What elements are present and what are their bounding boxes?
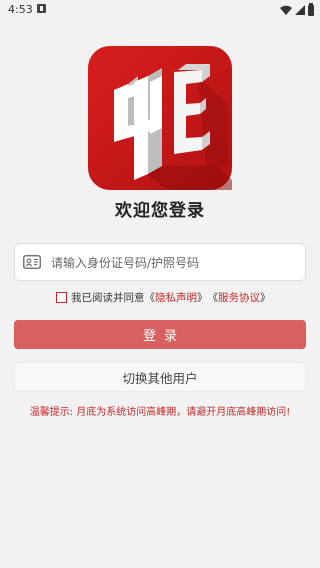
service-agreement-link[interactable]: 服务协议 <box>218 290 260 305</box>
login-button[interactable]: 登录 <box>14 320 306 349</box>
switch-user-button[interactable]: 切换其他用户 <box>14 362 306 392</box>
id-card-icon <box>23 255 41 269</box>
welcome-title: 欢迎您登录 <box>115 201 205 221</box>
status-icons <box>280 2 314 16</box>
agreement-text: 我已阅读并同意 <box>71 291 145 304</box>
wifi-icon <box>280 5 292 15</box>
status-time: 4:53 <box>8 3 33 16</box>
id-number-input[interactable] <box>49 244 301 282</box>
privacy-bracket-close: 》 <box>197 291 208 304</box>
signal-icon <box>295 5 305 15</box>
peak-time-tip: 温馨提示: 月底为系统访问高峰期，请避开月底高峰期访问! <box>29 407 291 418</box>
agreement-checkbox[interactable] <box>56 291 67 303</box>
service-bracket-close: 》 <box>260 291 271 304</box>
id-number-field[interactable] <box>14 243 306 282</box>
privacy-policy-link[interactable]: 隐私声明 <box>155 290 197 305</box>
notification-icon <box>37 4 46 13</box>
service-bracket-open: 《 <box>207 291 219 304</box>
privacy-bracket-open: 《 <box>144 291 156 304</box>
app-logo <box>88 46 232 190</box>
status-bar: 4:53 <box>0 0 320 20</box>
battery-icon <box>308 2 314 16</box>
agreement-row: 我已阅读并同意 《 隐私声明 》 《 服务协议 》 <box>56 290 271 304</box>
